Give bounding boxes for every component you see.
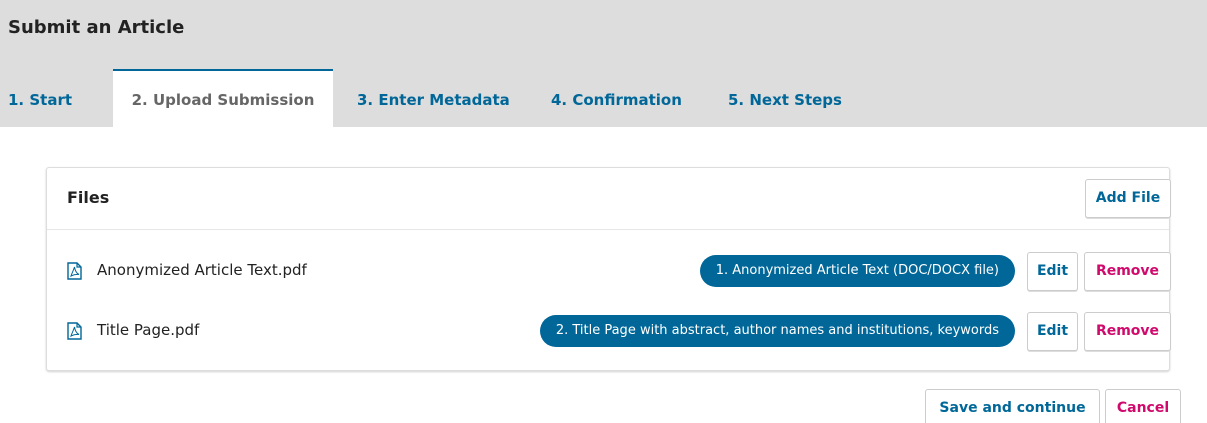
files-panel-title: Files bbox=[67, 188, 110, 207]
tab-enter-metadata[interactable]: 3. Enter Metadata bbox=[357, 69, 510, 127]
add-file-button[interactable]: Add File bbox=[1085, 179, 1171, 218]
file-component-badge: 2. Title Page with abstract, author name… bbox=[539, 315, 1015, 347]
page-header: Submit an Article 1. Start 2. Upload Sub… bbox=[0, 0, 1207, 127]
file-row: Title Page.pdf 2. Title Page with abstra… bbox=[47, 298, 1171, 364]
remove-file-button[interactable]: Remove bbox=[1084, 312, 1171, 351]
remove-file-button[interactable]: Remove bbox=[1084, 252, 1171, 291]
file-row: Anonymized Article Text.pdf 1. Anonymize… bbox=[47, 238, 1171, 304]
edit-file-button[interactable]: Edit bbox=[1027, 312, 1078, 351]
file-name[interactable]: Anonymized Article Text.pdf bbox=[97, 261, 307, 279]
pdf-file-icon bbox=[67, 322, 82, 340]
tab-next-steps[interactable]: 5. Next Steps bbox=[728, 69, 842, 127]
pdf-file-icon bbox=[67, 262, 82, 280]
edit-file-button[interactable]: Edit bbox=[1027, 252, 1078, 291]
files-panel-header: Files Add File bbox=[47, 168, 1171, 230]
file-name[interactable]: Title Page.pdf bbox=[97, 321, 199, 339]
save-and-continue-button[interactable]: Save and continue bbox=[925, 389, 1100, 423]
file-component-badge: 1. Anonymized Article Text (DOC/DOCX fil… bbox=[699, 255, 1015, 287]
cancel-button[interactable]: Cancel bbox=[1105, 389, 1181, 423]
tab-confirmation[interactable]: 4. Confirmation bbox=[551, 69, 682, 127]
files-panel: Files Add File Anonymized Article Text.p… bbox=[46, 167, 1171, 371]
tab-start[interactable]: 1. Start bbox=[8, 69, 72, 127]
page-title: Submit an Article bbox=[8, 17, 185, 38]
tab-upload-submission[interactable]: 2. Upload Submission bbox=[113, 69, 333, 127]
